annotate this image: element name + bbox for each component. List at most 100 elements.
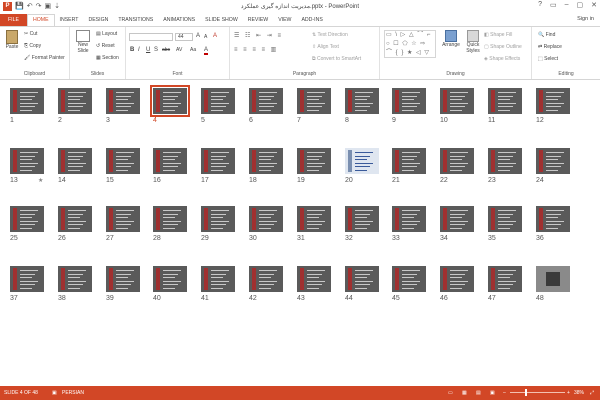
shrink-font-icon[interactable]: A	[204, 34, 207, 40]
slide-show-view-icon[interactable]: ▣	[490, 390, 495, 396]
shapes-gallery[interactable]: ▭ \ ▷ △ ⌒ ⌐ ○ ☐ ⬠ ☆ ⇨ ⌒ { } ★ ◁ ▽ ⬡	[384, 30, 436, 58]
zoom-in-button[interactable]: +	[567, 390, 570, 396]
quick-styles-button[interactable]: Quick Styles	[463, 30, 483, 54]
language-indicator[interactable]: PERSIAN	[62, 390, 84, 396]
slide-thumbnail[interactable]	[392, 88, 426, 114]
slide-thumbnail[interactable]	[440, 148, 474, 174]
tab-review[interactable]: REVIEW	[243, 14, 273, 26]
slide-thumbnail[interactable]	[297, 88, 331, 114]
italic-button[interactable]: I	[138, 47, 140, 53]
slide-thumbnail[interactable]	[106, 266, 140, 292]
animation-star-icon[interactable]: ★	[38, 177, 43, 184]
zoom-slider-thumb[interactable]	[525, 389, 527, 396]
bullets-numbering-icons[interactable]: ☰ ☷ ⇤ ⇥ ≡	[234, 32, 283, 39]
slide-thumbnail[interactable]	[345, 206, 379, 232]
slide-thumbnail[interactable]	[488, 148, 522, 174]
slide-thumbnail[interactable]	[10, 266, 44, 292]
slide-thumbnail[interactable]	[150, 85, 190, 117]
slide-thumbnail[interactable]	[297, 148, 331, 174]
slide-thumbnail[interactable]	[536, 88, 570, 114]
alignment-icons[interactable]: ≡ ≡ ≡ ≡ ▥	[234, 46, 278, 53]
convert-smartart-button[interactable]: ⧉ Convert to SmartArt	[312, 56, 361, 62]
proofing-icon[interactable]: ▣	[52, 390, 57, 396]
slide-thumbnail[interactable]	[58, 206, 92, 232]
zoom-slider[interactable]	[510, 392, 565, 393]
paste-button[interactable]: Paste	[3, 30, 21, 50]
slide-thumbnail[interactable]	[106, 88, 140, 114]
zoom-out-button[interactable]: –	[503, 390, 506, 396]
slide-thumbnail[interactable]	[392, 206, 426, 232]
slide-thumbnail[interactable]	[10, 206, 44, 232]
reset-button[interactable]: ↺ Reset	[96, 43, 115, 49]
slide-thumbnail[interactable]	[345, 266, 379, 292]
tab-insert[interactable]: INSERT	[55, 14, 84, 26]
tab-file[interactable]: FILE	[0, 14, 27, 26]
close-button[interactable]: ✕	[591, 1, 597, 9]
slide-thumbnail[interactable]	[249, 148, 283, 174]
select-button[interactable]: ⬚ Select	[538, 56, 558, 62]
tab-slide-show[interactable]: SLIDE SHOW	[200, 14, 243, 26]
slide-thumbnail[interactable]	[10, 148, 44, 174]
tab-home[interactable]: HOME	[26, 14, 55, 26]
tab-design[interactable]: DESIGN	[83, 14, 113, 26]
slide-thumbnail[interactable]	[153, 266, 187, 292]
find-button[interactable]: 🔍 Find	[538, 32, 555, 38]
slide-thumbnail[interactable]	[392, 266, 426, 292]
slide-thumbnail[interactable]	[58, 148, 92, 174]
slide-thumbnail[interactable]	[488, 266, 522, 292]
slide-thumbnail[interactable]	[297, 266, 331, 292]
slide-thumbnail[interactable]	[201, 88, 235, 114]
slide-thumbnail[interactable]	[440, 88, 474, 114]
slide-thumbnail[interactable]	[249, 206, 283, 232]
shape-fill-button[interactable]: ◧ Shape Fill	[484, 32, 512, 38]
slide-thumbnail[interactable]	[440, 266, 474, 292]
section-button[interactable]: ▦ Section	[96, 55, 119, 61]
slide-thumbnail[interactable]	[488, 206, 522, 232]
slide-thumbnail[interactable]	[249, 266, 283, 292]
grow-font-icon[interactable]: A	[196, 33, 200, 39]
slide-thumbnail[interactable]	[153, 148, 187, 174]
clear-formatting-icon[interactable]: A	[213, 33, 217, 39]
slide-thumbnail[interactable]	[536, 266, 570, 292]
slide-thumbnail[interactable]	[201, 148, 235, 174]
arrange-button[interactable]: Arrange	[440, 30, 462, 48]
replace-button[interactable]: ⇄ Replace	[538, 44, 562, 50]
format-painter-button[interactable]: 🖌 Format Painter	[24, 55, 65, 61]
tab-animations[interactable]: ANIMATIONS	[158, 14, 200, 26]
font-size-field[interactable]: 44	[175, 33, 193, 41]
slide-thumbnail[interactable]	[345, 148, 379, 174]
fit-slide-icon[interactable]: ⤢	[590, 390, 594, 396]
new-slide-button[interactable]: New Slide	[72, 30, 94, 54]
slide-thumbnail[interactable]	[536, 148, 570, 174]
maximize-button[interactable]: ▢	[577, 1, 584, 9]
copy-button[interactable]: ⎘ Copy	[24, 43, 41, 49]
slide-thumbnail[interactable]	[297, 206, 331, 232]
text-direction-button[interactable]: ⇅ Text Direction	[312, 32, 348, 38]
bold-button[interactable]: B	[130, 47, 134, 53]
slide-thumbnail[interactable]	[106, 206, 140, 232]
reading-view-icon[interactable]: ▤	[476, 390, 481, 396]
slide-sorter-view-icon[interactable]: ▦	[462, 390, 467, 396]
shadow-button[interactable]: S	[154, 47, 158, 53]
font-name-field[interactable]	[129, 33, 173, 41]
align-text-button[interactable]: ⇳ Align Text	[312, 44, 339, 50]
slide-thumbnail[interactable]	[58, 88, 92, 114]
change-case-button[interactable]: Aa	[190, 47, 196, 53]
tab-transitions[interactable]: TRANSITIONS	[113, 14, 158, 26]
shape-effects-button[interactable]: ◈ Shape Effects	[484, 56, 520, 62]
slide-thumbnail[interactable]	[106, 148, 140, 174]
underline-button[interactable]: U	[146, 47, 150, 53]
slide-thumbnail[interactable]	[392, 148, 426, 174]
help-button[interactable]: ?	[538, 1, 542, 9]
strikethrough-button[interactable]: abc	[162, 47, 170, 53]
tab-add-ins[interactable]: ADD-INS	[296, 14, 327, 26]
slide-thumbnail[interactable]	[201, 266, 235, 292]
slide-thumbnail[interactable]	[201, 206, 235, 232]
normal-view-icon[interactable]: ▭	[448, 390, 453, 396]
slide-thumbnail[interactable]	[10, 88, 44, 114]
minimize-button[interactable]: –	[565, 1, 569, 9]
font-color-button[interactable]: A	[204, 47, 209, 55]
tab-view[interactable]: VIEW	[273, 14, 296, 26]
layout-button[interactable]: ▤ Layout	[96, 31, 117, 37]
slide-thumbnail[interactable]	[58, 266, 92, 292]
